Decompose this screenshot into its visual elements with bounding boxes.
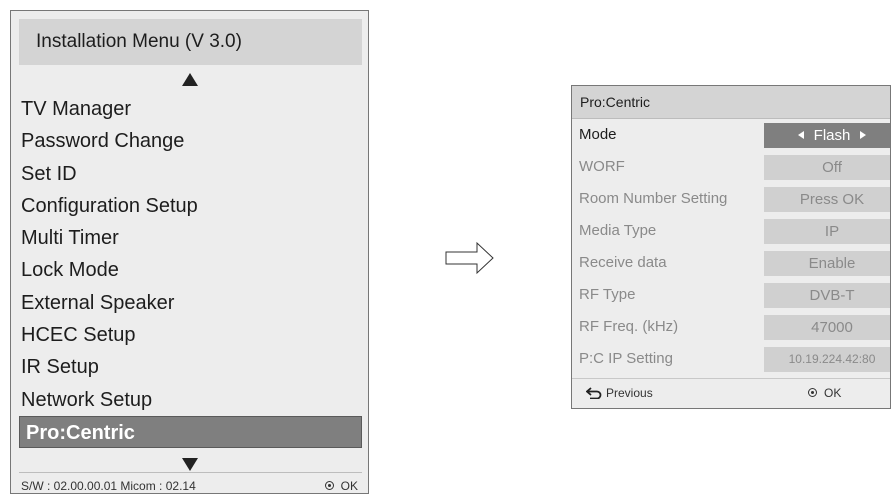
installation-menu-panel: Installation Menu (V 3.0) TV Manager Pas…	[10, 10, 369, 494]
procentric-settings-panel: Pro:Centric Mode Flash WORF Off Room Num…	[571, 85, 891, 409]
ok-label: OK	[340, 479, 358, 493]
scroll-up-arrow-icon[interactable]	[181, 73, 198, 86]
previous-label: Previous	[606, 386, 653, 400]
setting-value[interactable]: DVB-T	[764, 283, 890, 308]
setting-row-rf-freq[interactable]: RF Freq. (kHz) 47000	[572, 311, 890, 343]
setting-label: P:C IP Setting	[579, 350, 673, 367]
ok-label: OK	[824, 386, 842, 400]
software-version-text: S/W : 02.00.00.01 Micom : 02.14	[21, 479, 196, 493]
setting-row-receive-data[interactable]: Receive data Enable	[572, 247, 890, 279]
setting-value[interactable]: 10.19.224.42:80	[764, 347, 890, 372]
setting-value[interactable]: Enable	[764, 251, 890, 276]
menu-item-hcec-setup[interactable]: HCEC Setup	[19, 319, 362, 351]
mode-selector[interactable]: Flash	[764, 123, 890, 148]
ok-dot-icon	[808, 388, 817, 398]
menu-item-network-setup[interactable]: Network Setup	[19, 384, 362, 416]
setting-row-mode[interactable]: Mode Flash	[572, 119, 890, 151]
right-arrow-icon	[445, 241, 494, 275]
menu-item-procentric[interactable]: Pro:Centric	[19, 415, 362, 449]
menu-item-external-speaker[interactable]: External Speaker	[19, 287, 362, 319]
right-arrow-icon[interactable]	[860, 131, 867, 140]
ok-button[interactable]: OK	[324, 474, 358, 499]
menu-item-multi-timer[interactable]: Multi Timer	[19, 222, 362, 254]
ok-dot-icon	[324, 481, 334, 491]
setting-label: Mode	[579, 126, 617, 143]
ok-button[interactable]: OK	[808, 379, 841, 408]
setting-value: Flash	[813, 127, 851, 144]
menu-item-ir-setup[interactable]: IR Setup	[19, 351, 362, 383]
installation-menu-title: Installation Menu (V 3.0)	[19, 19, 362, 65]
menu-item-password-change[interactable]: Password Change	[19, 125, 362, 157]
setting-label: Room Number Setting	[579, 190, 728, 207]
procentric-title: Pro:Centric	[572, 86, 890, 119]
setting-label: WORF	[579, 158, 625, 175]
setting-row-pc-ip[interactable]: P:C IP Setting 10.19.224.42:80	[572, 343, 890, 375]
installation-menu-footer: S/W : 02.00.00.01 Micom : 02.14 OK	[19, 472, 362, 501]
setting-row-worf[interactable]: WORF Off	[572, 151, 890, 183]
setting-value[interactable]: 47000	[764, 315, 890, 340]
menu-item-set-id[interactable]: Set ID	[19, 158, 362, 190]
setting-label: Media Type	[579, 222, 657, 239]
back-arrow-icon	[585, 387, 602, 400]
left-arrow-icon[interactable]	[797, 131, 804, 140]
setting-row-media-type[interactable]: Media Type IP	[572, 215, 890, 247]
setting-row-room-number[interactable]: Room Number Setting Press OK	[572, 183, 890, 215]
menu-item-lock-mode[interactable]: Lock Mode	[19, 254, 362, 286]
procentric-footer: Previous OK	[572, 378, 890, 408]
previous-button[interactable]: Previous	[585, 379, 653, 408]
setting-row-rf-type[interactable]: RF Type DVB-T	[572, 279, 890, 311]
menu-item-tv-manager[interactable]: TV Manager	[19, 93, 362, 125]
setting-label: RF Freq. (kHz)	[579, 318, 679, 335]
setting-value[interactable]: IP	[764, 219, 890, 244]
installation-menu-list: TV Manager Password Change Set ID Config…	[19, 93, 362, 449]
setting-label: RF Type	[579, 286, 636, 303]
setting-value[interactable]: Press OK	[764, 187, 890, 212]
setting-label: Receive data	[579, 254, 667, 271]
menu-item-configuration-setup[interactable]: Configuration Setup	[19, 190, 362, 222]
setting-value[interactable]: Off	[764, 155, 890, 180]
scroll-down-arrow-icon[interactable]	[181, 458, 198, 471]
